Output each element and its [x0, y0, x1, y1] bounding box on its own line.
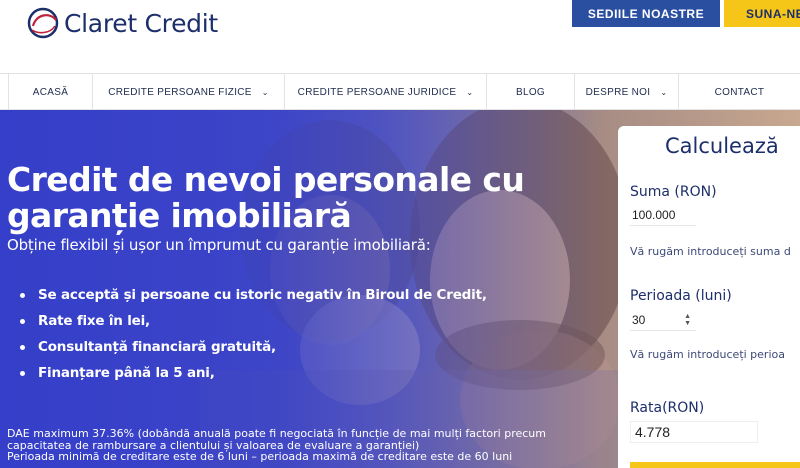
nav-item-credite-juridice[interactable]: CREDITE PERSOANE JURIDICE ⌄	[284, 74, 486, 110]
hero-title: Credit de nevoi personale cu garanție im…	[7, 160, 525, 235]
suna-ne-button[interactable]: SUNA-NE	[724, 0, 800, 27]
brand-logo[interactable]: Claret Credit	[26, 6, 218, 40]
rata-output: 4.778	[630, 421, 758, 443]
hero-subtitle: Obține flexibil și ușor un împrumut cu g…	[7, 236, 431, 254]
nav-item-acasa[interactable]: ACASĂ	[8, 74, 92, 110]
disclaimer-line: Perioada minimă de creditare este de 6 l…	[7, 450, 513, 463]
nav-item-contact[interactable]: CONTACT	[678, 74, 800, 110]
benefits-list: Se acceptă și persoane cu istoric negati…	[20, 282, 487, 386]
brand-name: Claret Credit	[64, 8, 218, 38]
list-item: Consultanță financiară gratuită,	[20, 334, 487, 360]
disclaimer-line: DAE maximum 37.36% (dobândă anuală poate…	[7, 427, 546, 452]
list-item-text: Finanțare până la 5 ani,	[38, 365, 215, 381]
suma-hint: Vă rugăm introduceți suma d	[630, 245, 791, 258]
nav-item-label: CREDITE PERSOANE JURIDICE	[297, 86, 457, 98]
list-item-text: Se acceptă și persoane cu istoric negati…	[38, 287, 487, 303]
list-item: Se acceptă și persoane cu istoric negati…	[20, 282, 487, 308]
perioada-label: Perioada (luni)	[630, 288, 732, 304]
perioada-input[interactable]: 30 ▲ ▼	[630, 310, 696, 331]
chevron-down-icon: ⌄	[261, 87, 269, 97]
bullet-icon	[20, 318, 25, 324]
perioada-value: 30	[632, 313, 646, 327]
dae-disclaimer: DAE maximum 37.36% (dobândă anuală poate…	[7, 428, 567, 463]
rata-label: Rata(RON)	[630, 400, 705, 416]
nav-item-credite-fizice[interactable]: CREDITE PERSOANE FIZICE ⌄	[92, 74, 284, 110]
sediile-noastre-button[interactable]: SEDIILE NOASTRE	[572, 0, 720, 27]
list-item: Rate fixe în lei,	[20, 308, 487, 334]
nav-item-despre-noi[interactable]: DESPRE NOI ⌄	[574, 74, 678, 110]
chevron-down-icon: ⌄	[466, 87, 474, 97]
suma-input[interactable]: 100.000	[630, 205, 696, 226]
calculate-button[interactable]	[630, 462, 800, 468]
nav-item-label: ACASĂ	[32, 86, 69, 98]
nav-item-label: CONTACT	[714, 86, 765, 98]
bullet-icon	[20, 344, 25, 350]
suma-label: Suma (RON)	[630, 184, 717, 200]
loan-calculator: Calculează Suma (RON) 100.000 Vă rugăm i…	[618, 126, 800, 468]
nav-item-blog[interactable]: BLOG	[486, 74, 574, 110]
nav-item-label: BLOG	[516, 86, 545, 98]
bullet-icon	[20, 370, 25, 376]
list-item-text: Rate fixe în lei,	[38, 313, 150, 329]
nav-item-label: DESPRE NOI	[585, 86, 651, 98]
list-item: Finanțare până la 5 ani,	[20, 360, 487, 386]
bullet-icon	[20, 292, 25, 298]
stepper-icon[interactable]: ▲ ▼	[684, 313, 691, 327]
perioada-hint: Vă rugăm introduceți perioa	[630, 348, 785, 361]
main-nav: ACASĂ CREDITE PERSOANE FIZICE ⌄ CREDITE …	[0, 73, 800, 110]
chevron-down-icon: ⌄	[660, 87, 668, 97]
claret-logo-icon	[27, 7, 59, 39]
list-item-text: Consultanță financiară gratuită,	[38, 339, 276, 355]
nav-item-label: CREDITE PERSOANE FIZICE	[108, 86, 252, 98]
calculator-title: Calculează	[665, 134, 779, 158]
